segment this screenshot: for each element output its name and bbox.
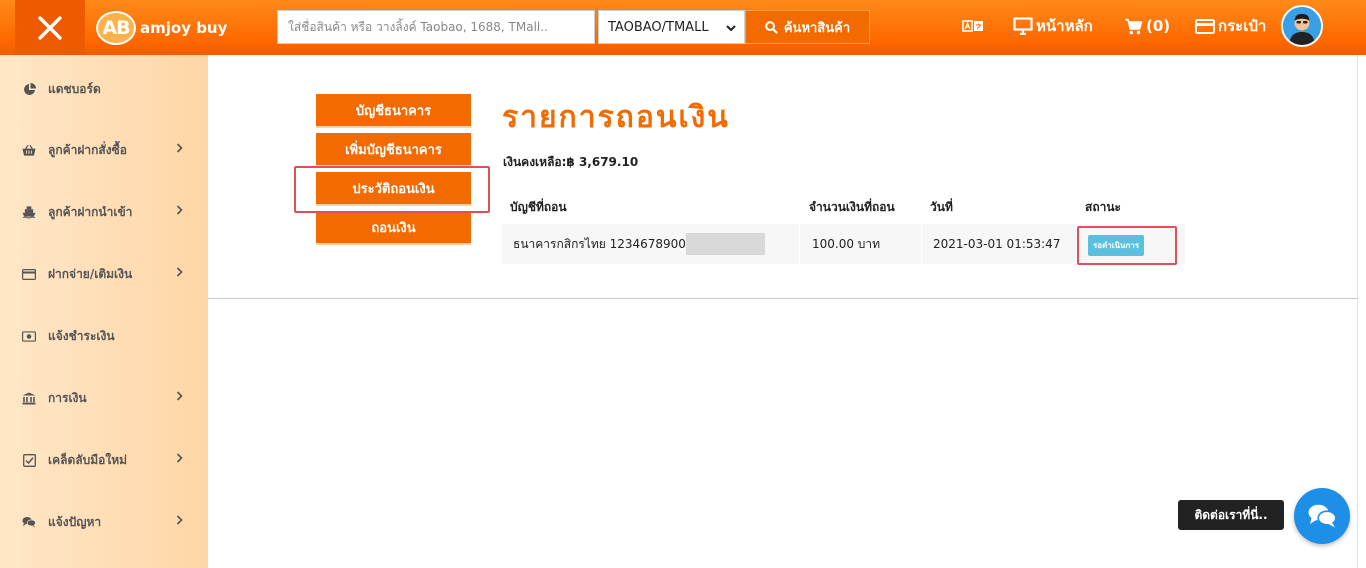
basket-icon: [22, 143, 36, 157]
content-divider: [208, 298, 1358, 299]
user-avatar-icon: [1283, 7, 1321, 45]
checkbox-icon: [22, 453, 36, 467]
sidebar-item-label: แจ้งชำระเงิน: [48, 328, 115, 343]
scrollbar-track: [1357, 55, 1358, 568]
credit-card-icon: [1195, 18, 1215, 34]
credit-card-icon: [22, 267, 36, 281]
chevron-right-icon: [176, 391, 183, 401]
logo-text: amjoy buy: [140, 19, 228, 37]
contact-us-label[interactable]: ติดต่อเราที่นี่..: [1178, 500, 1284, 530]
sidebar-item-payment-notice[interactable]: แจ้งชำระเงิน: [0, 316, 208, 356]
search-icon: [765, 20, 778, 34]
bank-icon: [22, 391, 36, 405]
sidebar-item-report-issue[interactable]: แจ้งปัญหา: [0, 502, 208, 542]
chevron-right-icon: [176, 267, 183, 277]
column-header: วันที่: [930, 199, 953, 214]
cart-icon: [1125, 18, 1143, 34]
platform-select[interactable]: TAOBAO/TMALL: [598, 10, 745, 44]
chevron-right-icon: [176, 205, 183, 215]
close-icon: [38, 15, 62, 40]
pie-chart-icon: [22, 82, 36, 96]
chat-button[interactable]: [1294, 488, 1350, 544]
top-bar: AB amjoy buy TAOBAO/TMALL ค้นหาสินค้า หน…: [0, 0, 1366, 55]
language-button[interactable]: [962, 14, 984, 38]
user-avatar[interactable]: [1281, 5, 1323, 47]
chat-bubbles-icon: [22, 515, 36, 529]
sidebar-item-label: แดชบอร์ด: [48, 81, 101, 96]
balance-display: เงินคงเหลือ:฿ 3,679.10: [503, 153, 638, 172]
sidebar-item-payment-topup[interactable]: ฝากจ่าย/เติมเงิน: [0, 254, 208, 294]
sidebar-item-purchase-orders[interactable]: ลูกค้าฝากสั่งซื้อ: [0, 130, 208, 170]
sidebar-item-label: ลูกค้าฝากสั่งซื้อ: [48, 142, 127, 157]
nav-cart[interactable]: (0): [1124, 14, 1170, 38]
column-header: สถานะ: [1085, 199, 1121, 214]
nav-wallet[interactable]: กระเป๋า: [1195, 14, 1266, 38]
chevron-right-icon: [176, 515, 183, 525]
ship-icon: [22, 205, 36, 219]
translate-icon: [962, 20, 983, 32]
sidebar-item-label: เคล็ดลับมือใหม่: [48, 452, 128, 467]
brand-logo[interactable]: AB amjoy buy: [96, 10, 227, 46]
menu-add-bank-account-button[interactable]: เพิ่มบัญชีธนาคาร: [316, 133, 471, 167]
cell-amount: 100.00 บาท: [800, 224, 922, 264]
search-button-label: ค้นหาสินค้า: [783, 20, 851, 36]
money-bill-icon: [22, 329, 36, 343]
menu-withdraw-button[interactable]: ถอนเงิน: [316, 211, 471, 245]
balance-label: เงินคงเหลือ:: [503, 155, 567, 169]
sidebar-item-dashboard[interactable]: แดชบอร์ด: [0, 69, 208, 109]
chevron-right-icon: [176, 453, 183, 463]
sidebar-item-label: การเงิน: [48, 390, 87, 405]
cart-count: (0): [1146, 17, 1171, 35]
platform-selected-value: TAOBAO/TMALL: [608, 19, 709, 35]
sidebar-item-label: แจ้งปัญหา: [48, 514, 102, 529]
balance-value: ฿ 3,679.10: [566, 155, 639, 169]
page-title: รายการถอนเงิน: [502, 100, 730, 135]
sidebar-item-label: ลูกค้าฝากนำเข้า: [48, 204, 133, 219]
nav-home[interactable]: หน้าหลัก: [1013, 14, 1093, 38]
close-menu-button[interactable]: [15, 0, 85, 55]
nav-home-label: หน้าหลัก: [1036, 17, 1093, 35]
column-header: จำนวนเงินที่ถอน: [809, 199, 895, 214]
nav-wallet-label: กระเป๋า: [1218, 17, 1267, 35]
redacted-area: [686, 233, 765, 255]
search-button[interactable]: ค้นหาสินค้า: [745, 10, 870, 44]
menu-bank-accounts-button[interactable]: บัญชีธนาคาร: [316, 94, 471, 128]
sidebar-item-beginner-tips[interactable]: เคล็ดลับมือใหม่: [0, 440, 208, 480]
logo-badge: AB: [96, 11, 136, 45]
sidebar-item-import-orders[interactable]: ลูกค้าฝากนำเข้า: [0, 192, 208, 232]
highlight-box: [294, 166, 490, 213]
sidebar: แดชบอร์ด ลูกค้าฝากสั่งซื้อ ลูกค้าฝากนำเข…: [0, 55, 208, 568]
column-header: บัญชีที่ถอน: [510, 199, 567, 214]
sidebar-item-label: ฝากจ่าย/เติมเงิน: [48, 266, 133, 281]
sidebar-item-finance[interactable]: การเงิน: [0, 378, 208, 418]
search-input[interactable]: [277, 10, 595, 44]
cell-date: 2021-03-01 01:53:47: [922, 224, 1077, 264]
chevron-down-icon: [726, 25, 736, 32]
desktop-icon: [1013, 17, 1033, 35]
chevron-right-icon: [176, 143, 183, 153]
chat-icon: [1308, 504, 1337, 528]
highlight-box: [1077, 226, 1177, 265]
